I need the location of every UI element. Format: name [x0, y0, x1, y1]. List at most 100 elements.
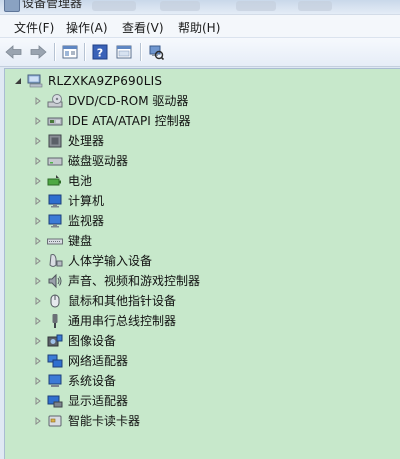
blurred-title-region	[160, 1, 200, 11]
forward-button[interactable]	[28, 42, 48, 62]
tree-item-label: 鼠标和其他指针设备	[68, 294, 177, 308]
tree-item-label: 声音、视频和游戏控制器	[68, 274, 201, 288]
mouse-icon	[47, 293, 63, 309]
toolbar: ?	[0, 38, 400, 67]
arrow-left-icon	[5, 45, 22, 59]
menu-action[interactable]: 操作(A)	[64, 19, 110, 36]
properties-icon	[116, 45, 132, 59]
tree-expander-collapsed[interactable]	[33, 396, 43, 406]
battery-icon	[47, 173, 63, 189]
toolbar-separator	[84, 43, 85, 61]
tree-item-imaging[interactable]: 图像设备	[33, 331, 116, 351]
tree-item-battery[interactable]: 电池	[33, 171, 92, 191]
tree-item-processor[interactable]: 处理器	[33, 131, 104, 151]
svg-text:?: ?	[97, 47, 103, 60]
tree-expander-collapsed[interactable]	[33, 296, 43, 306]
triangle-collapsed-icon	[35, 237, 41, 245]
tree-expander-collapsed[interactable]	[33, 216, 43, 226]
tree-item-ide-ata[interactable]: IDE ATA/ATAPI 控制器	[33, 111, 191, 131]
toolbar-separator	[140, 43, 141, 61]
tree-item-label: 网络适配器	[68, 354, 129, 368]
triangle-collapsed-icon	[35, 117, 41, 125]
triangle-collapsed-icon	[35, 257, 41, 265]
properties-view-button[interactable]	[114, 42, 134, 62]
hid-icon	[47, 253, 63, 269]
show-hide-console-tree-button[interactable]	[60, 42, 80, 62]
dvd-drive-icon	[47, 93, 63, 109]
tree-item-dvd-cdrom[interactable]: DVD/CD-ROM 驱动器	[33, 91, 188, 111]
blurred-title-region	[298, 1, 332, 11]
triangle-collapsed-icon	[35, 97, 41, 105]
tree-root-node[interactable]: RLZXKA9ZP690LIS	[13, 71, 162, 91]
tree-item-label: 处理器	[68, 134, 105, 148]
tree-expander-collapsed[interactable]	[33, 236, 43, 246]
triangle-collapsed-icon	[35, 177, 41, 185]
tree-expander-collapsed[interactable]	[33, 316, 43, 326]
tree-expander-collapsed[interactable]	[33, 136, 43, 146]
tree-expander-collapsed[interactable]	[33, 176, 43, 186]
triangle-collapsed-icon	[35, 197, 41, 205]
triangle-collapsed-icon	[35, 357, 41, 365]
tree-expander-expanded[interactable]	[13, 76, 23, 86]
help-button[interactable]: ?	[90, 42, 110, 62]
tree-expander-collapsed[interactable]	[33, 256, 43, 266]
tree-expander-collapsed[interactable]	[33, 276, 43, 286]
title-bar: 设备管理器	[0, 0, 400, 15]
imaging-device-icon	[47, 333, 63, 349]
scan-hardware-button[interactable]	[146, 42, 166, 62]
monitor-icon	[47, 213, 63, 229]
tree-item-keyboard[interactable]: 键盘	[33, 231, 92, 251]
tree-item-hid[interactable]: 人体学输入设备	[33, 251, 152, 271]
tree-item-label: 智能卡读卡器	[68, 414, 141, 428]
tree-expander-collapsed[interactable]	[33, 336, 43, 346]
tree-expander-collapsed[interactable]	[33, 356, 43, 366]
tree-expander-collapsed[interactable]	[33, 416, 43, 426]
triangle-collapsed-icon	[35, 157, 41, 165]
tree-expander-collapsed[interactable]	[33, 196, 43, 206]
blurred-title-region	[236, 1, 276, 11]
system-device-icon	[47, 373, 63, 389]
menu-view[interactable]: 查看(V)	[120, 19, 166, 36]
tree-item-label: 电池	[68, 174, 93, 188]
help-icon: ?	[92, 44, 108, 60]
tree-item-label: 通用串行总线控制器	[68, 314, 177, 328]
triangle-expanded-icon	[15, 78, 21, 84]
triangle-collapsed-icon	[35, 137, 41, 145]
tree-item-label: 显示适配器	[68, 394, 129, 408]
tree-item-label: 监视器	[68, 214, 105, 228]
tree-item-computer[interactable]: 计算机	[33, 191, 104, 211]
tree-item-system-devices[interactable]: 系统设备	[33, 371, 116, 391]
tree-item-usb[interactable]: 通用串行总线控制器	[33, 311, 176, 331]
arrow-right-icon	[30, 45, 47, 59]
tree-item-network-adapter[interactable]: 网络适配器	[33, 351, 128, 371]
display-adapter-icon	[47, 393, 63, 409]
back-button[interactable]	[4, 42, 24, 62]
tree-item-sound-video-game[interactable]: 声音、视频和游戏控制器	[33, 271, 200, 291]
tree-expander-collapsed[interactable]	[33, 116, 43, 126]
tree-item-smart-card-reader[interactable]: 智能卡读卡器	[33, 411, 140, 431]
tree-item-disk-drive[interactable]: 磁盘驱动器	[33, 151, 128, 171]
menu-help[interactable]: 帮助(H)	[176, 19, 222, 36]
tree-item-label: 键盘	[68, 234, 93, 248]
keyboard-icon	[47, 233, 63, 249]
tree-item-label: 图像设备	[68, 334, 117, 348]
tree-item-display-adapter[interactable]: 显示适配器	[33, 391, 128, 411]
blurred-title-region	[92, 1, 136, 11]
triangle-collapsed-icon	[35, 377, 41, 385]
tree-item-mouse[interactable]: 鼠标和其他指针设备	[33, 291, 176, 311]
disk-drive-icon	[47, 153, 63, 169]
tree-item-label: DVD/CD-ROM 驱动器	[68, 94, 189, 108]
menu-file[interactable]: 文件(F)	[12, 19, 56, 36]
computer-icon	[27, 73, 43, 89]
console-tree-icon	[62, 45, 78, 59]
triangle-collapsed-icon	[35, 317, 41, 325]
tree-item-label: 人体学输入设备	[68, 254, 153, 268]
triangle-collapsed-icon	[35, 397, 41, 405]
device-tree[interactable]: RLZXKA9ZP690LIS DVD/CD-ROM 驱动器 IDE ATA/A…	[4, 68, 400, 459]
device-manager-window: 设备管理器 文件(F) 操作(A) 查看(V) 帮助(H) ? RLZXKA9Z…	[0, 0, 400, 459]
tree-item-monitor[interactable]: 监视器	[33, 211, 104, 231]
tree-expander-collapsed[interactable]	[33, 96, 43, 106]
tree-expander-collapsed[interactable]	[33, 376, 43, 386]
processor-icon	[47, 133, 63, 149]
tree-expander-collapsed[interactable]	[33, 156, 43, 166]
